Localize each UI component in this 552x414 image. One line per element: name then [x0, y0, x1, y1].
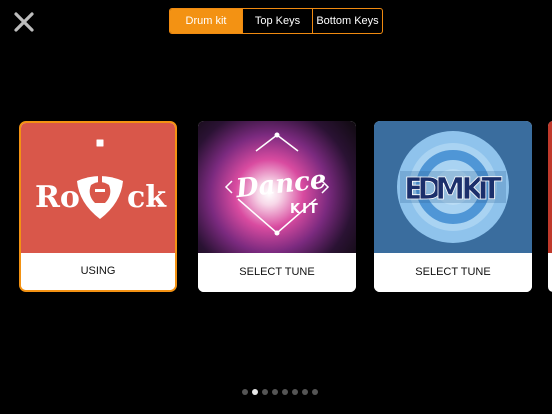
- rock-kit-artwork: Ro ck: [21, 123, 175, 253]
- tab-drum-kit[interactable]: Drum kit: [170, 9, 242, 33]
- dance-art-text-sub: KIT: [290, 202, 320, 217]
- kit-card-rock[interactable]: Ro ck USING: [19, 121, 177, 292]
- page-dot-7[interactable]: [302, 389, 308, 395]
- page-dot-1[interactable]: [242, 389, 248, 395]
- dance-art-text-main: Dance: [234, 165, 328, 204]
- page-dot-3[interactable]: [262, 389, 268, 395]
- edm-art-text: EDM KIT: [404, 172, 503, 207]
- edm-kit-artwork: EDM KIT: [374, 121, 532, 253]
- next-kit-artwork: [548, 121, 552, 253]
- pagination-dots: [242, 389, 318, 395]
- page-dot-4[interactable]: [272, 389, 278, 395]
- close-button[interactable]: [12, 10, 36, 34]
- page-dot-2[interactable]: [252, 389, 258, 395]
- kit-card-button-label: SELECT TUNE: [374, 253, 532, 292]
- kit-card-dance[interactable]: Dance KIT SELECT TUNE: [198, 121, 356, 292]
- kit-card-button-label: SELECT TUNE: [198, 253, 356, 292]
- kit-card-button-label: USING: [21, 253, 175, 290]
- rock-art-text-left: Ro: [35, 180, 80, 215]
- instrument-tabs: Drum kit Top Keys Bottom Keys: [169, 8, 383, 34]
- tab-top-keys[interactable]: Top Keys: [242, 9, 312, 33]
- kit-card-next-peek[interactable]: [548, 121, 552, 292]
- page-dot-6[interactable]: [292, 389, 298, 395]
- page-dot-8[interactable]: [312, 389, 318, 395]
- close-icon: [14, 12, 34, 32]
- dance-kit-artwork: Dance KIT: [198, 121, 356, 253]
- page-dot-5[interactable]: [282, 389, 288, 395]
- tab-bottom-keys[interactable]: Bottom Keys: [312, 9, 382, 33]
- kit-card-edm[interactable]: EDM KIT SELECT TUNE: [374, 121, 532, 292]
- rock-art-text-right: ck: [127, 180, 167, 215]
